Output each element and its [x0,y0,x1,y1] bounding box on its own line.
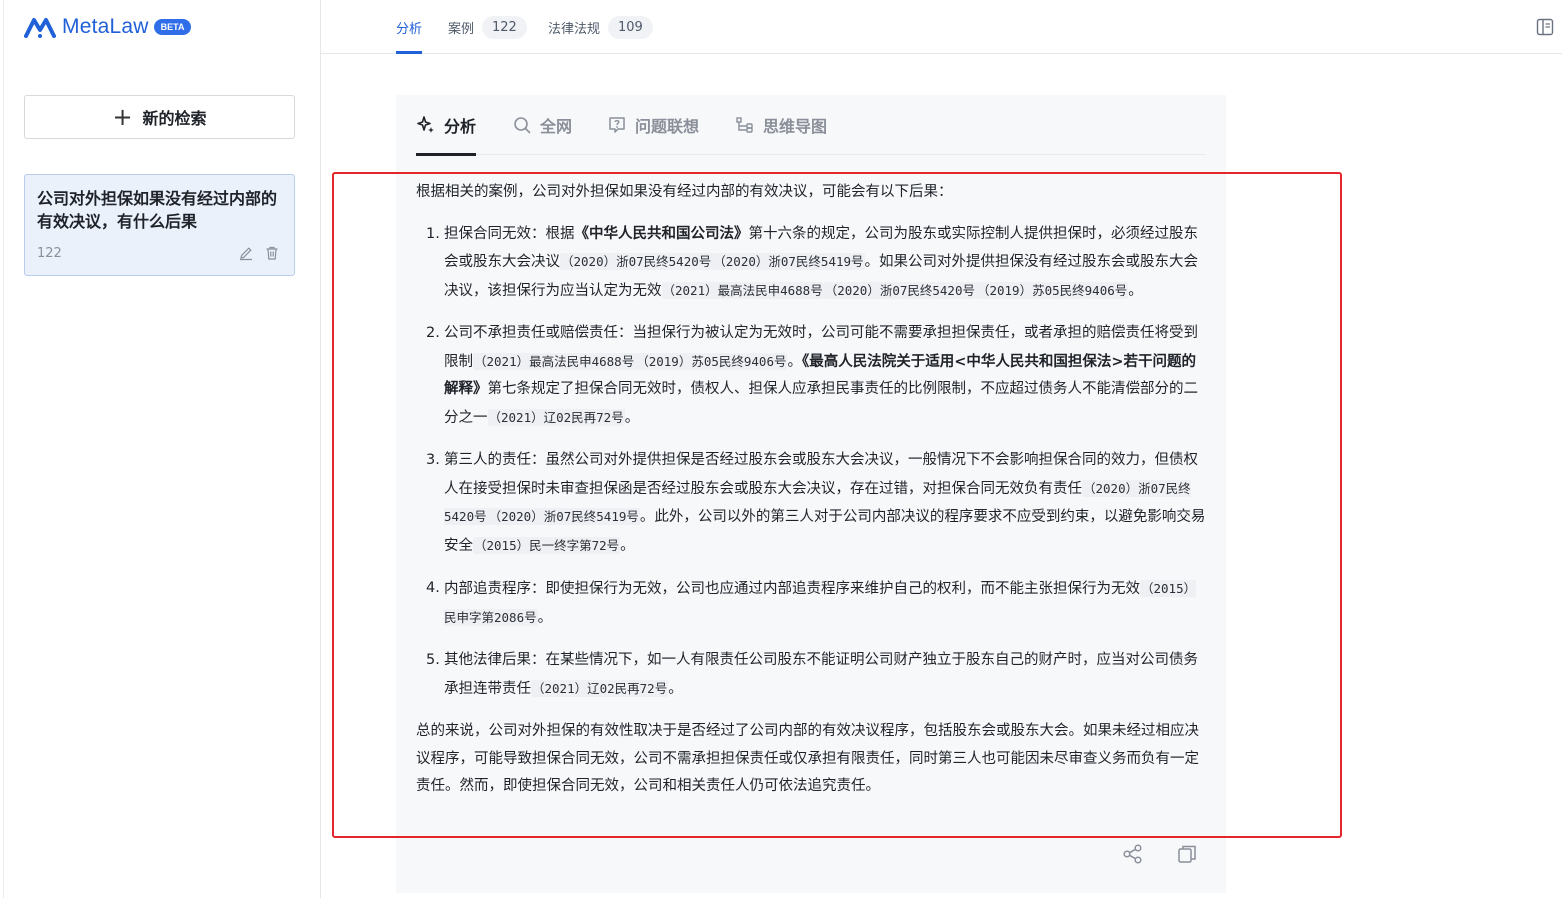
tab-laws-count: 109 [608,15,653,39]
brand-name: MetaLaw [62,15,149,38]
history-item-title: 公司对外担保如果没有经过内部的有效决议，有什么后果 [37,189,278,231]
plus-icon: + [112,103,133,131]
subtab-questions[interactable]: 问题联想 [607,95,699,155]
list-item-number: 5. [426,652,440,668]
case-citation-link[interactable]: （2019）苏05民终9406号 [975,281,1129,299]
answer-text: 担保合同无效：根据 [444,225,575,242]
question-bubble-icon [609,117,625,133]
copy-icon[interactable] [1176,843,1198,865]
answer-list-item: 5. 其他法律后果：在某些情况下，如一人有限责任公司股东不能证明公司财产独立于股东… [416,647,1208,703]
tab-laws[interactable]: 法律法规 109 [548,0,653,54]
answer-list: 1. 担保合同无效：根据《中华人民共和国公司法》第十六条的规定，公司为股东或实际控… [416,221,1208,704]
answer-text: 内部追责程序：即使担保行为无效，公司也应通过内部追责程序来维护自己的权利，而不能… [444,581,1140,597]
answer-content: 根据相关的案例，公司对外担保如果没有经过内部的有效决议，可能会有以下后果： 1.… [416,179,1208,801]
tab-cases-count: 122 [482,15,527,39]
case-citation-link[interactable]: （2019）苏05民终9406号 [635,352,788,370]
history-item[interactable]: 公司对外担保如果没有经过内部的有效决议，有什么后果 122 [24,174,295,276]
new-search-label: 新的检索 [142,109,207,128]
subtab-analysis[interactable]: 分析 [416,95,477,156]
subtab-questions-label: 问题联想 [635,117,700,136]
answer-list-item: 3. 第三人的责任：虽然公司对外提供担保是否经过股东会或股东大会决议，一般情况下不… [416,447,1208,560]
list-item-number: 4. [426,580,440,596]
case-citation-link[interactable]: （2021）辽02民再72号 [531,679,669,697]
answer-intro: 根据相关的案例，公司对外担保如果没有经过内部的有效决议，可能会有以下后果： [416,184,953,200]
brand-logo[interactable]: MetaLaw BETA [24,14,192,40]
subtab-mindmap-label: 思维导图 [763,117,828,136]
case-citation-link[interactable]: （2021）最高法民申4688号 [473,352,636,370]
answer-summary: 总的来说，公司对外担保的有效性取决于是否经过了公司内部的有效决议程序，包括股东会… [416,723,1199,794]
sidebar: MetaLaw BETA + 新的检索 公司对外担保如果没有经过内部的有效决议，… [0,0,321,898]
list-item-number: 2. [426,325,440,341]
case-citation-link[interactable]: （2020）浙07民终5420号 [823,281,976,299]
sidebar-edge [3,0,4,898]
tab-laws-label: 法律法规 [548,21,601,37]
tab-analysis[interactable]: 分析 [396,0,423,54]
case-citation-link[interactable]: （2020）浙07民终5419号 [487,508,640,525]
answer-list-item: 4. 内部追责程序：即使担保行为无效，公司也应通过内部追责程序来维护自己的权利，而… [416,575,1208,632]
layout-toggle-icon[interactable] [1536,18,1554,36]
metalaw-logo-icon [24,18,56,38]
edit-icon[interactable] [238,245,254,261]
share-icon[interactable] [1122,843,1144,865]
sparkle-icon [417,116,434,133]
answer-text: 。 [668,680,683,697]
case-citation-link[interactable]: （2020）浙07民终5420号 [560,253,713,270]
tab-cases-label: 案例 [448,21,475,37]
answer-text: 。 [620,537,635,554]
case-citation-link[interactable]: （2020）浙07民终5419号 [712,253,865,270]
law-reference: 《中华人民共和国公司法》 [574,225,749,242]
subtab-mindmap[interactable]: 思维导图 [735,95,827,155]
answer-text: 。 [537,609,553,626]
history-item-count: 122 [37,246,62,261]
result-tabs-bar: 分析 案例 122 法律法规 109 [321,0,1562,54]
answer-list-item: 1. 担保合同无效：根据《中华人民共和国公司法》第十六条的规定，公司为股东或实际控… [416,221,1208,306]
mindmap-icon [736,117,753,133]
tab-analysis-label: 分析 [396,21,423,37]
answer-mode-tabs: 分析 全网 问题联想 思维导图 [416,95,1206,156]
case-citation-link[interactable]: （2021）最高法民申4688号 [661,281,824,299]
analysis-panel: 分析 全网 问题联想 思维导图 根据相关的案例，公司对外担保如果没有经过内部的有… [396,95,1226,893]
answer-actions [1122,843,1198,865]
case-citation-link[interactable]: （2021）辽02民再72号 [487,408,625,426]
new-search-button[interactable]: + 新的检索 [24,95,295,139]
answer-text: 。 [787,353,802,370]
answer-text: 。 [1128,282,1143,299]
subtab-analysis-label: 分析 [444,117,477,136]
subtab-web[interactable]: 全网 [512,95,572,155]
list-item-number: 3. [426,452,440,468]
answer-list-item: 2. 公司不承担责任或赔偿责任：当担保行为被认定为无效时，公司可能不需要承担担保责… [416,320,1208,432]
tab-cases[interactable]: 案例 122 [448,0,527,54]
search-icon [514,117,531,134]
beta-badge: BETA [153,19,192,35]
list-item-number: 1. [426,225,440,242]
case-citation-link[interactable]: （2015）民一终字第72号 [473,536,621,554]
answer-text: 。 [624,409,640,426]
subtab-web-label: 全网 [540,117,573,136]
delete-icon[interactable] [264,245,280,261]
